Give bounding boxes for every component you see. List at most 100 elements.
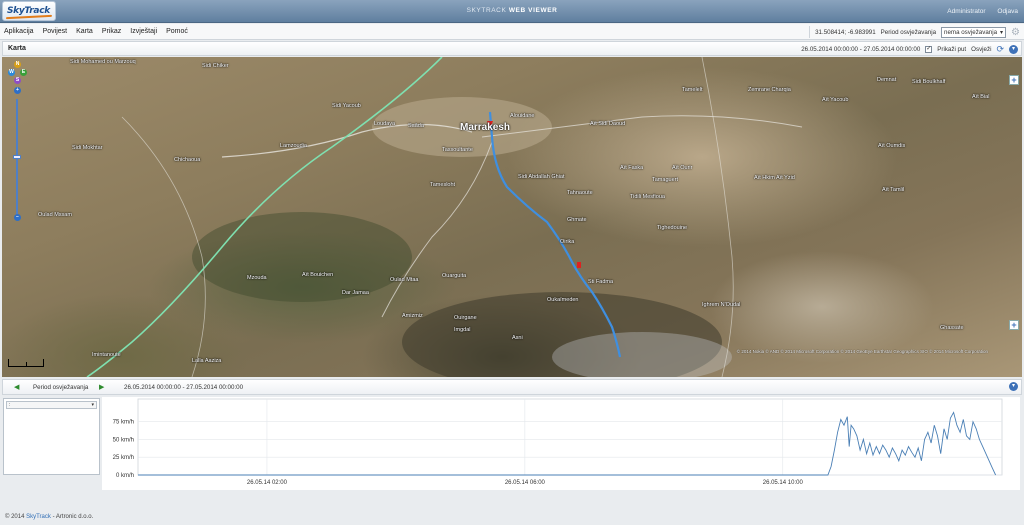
map-label: Imgdal (454, 327, 471, 333)
map-scale-bar (8, 359, 44, 367)
footer: © 2014 SkyTrack - Artronic d.o.o. (0, 492, 1024, 525)
map-label: Aït Tamlil (882, 187, 905, 193)
map-panel-tools: 26.05.2014 00:00:00 - 27.05.2014 00:00:0… (801, 44, 1018, 55)
collapse-chart-button[interactable]: ▾ (1009, 382, 1018, 391)
speed-chart-svg: 0 km/h 25 km/h 50 km/h 75 km/h 26.05.14 02:0… (113, 398, 1003, 486)
map-label: Oukaïmeden (547, 297, 579, 303)
map-label: Tamesloht (430, 182, 456, 188)
cursor-coordinates: 31.508414; -6.983991 (815, 28, 876, 36)
satellite-map[interactable]: N W E S + − + + Marrakesh Sidi Mohamed o… (2, 57, 1022, 377)
map-label: Tighedouine (657, 225, 688, 231)
map-label: Aït Sidi Daoud (590, 121, 626, 127)
map-overlay (86, 57, 803, 377)
map-panel-header: Karta 26.05.2014 00:00:00 - 27.05.2014 0… (2, 41, 1022, 56)
map-label: Imintanoute (92, 352, 121, 358)
logout-link[interactable]: Odjava (997, 8, 1018, 15)
menu-pomoc[interactable]: Pomoć (166, 28, 188, 35)
refresh-icon[interactable]: ⟳ (996, 44, 1004, 55)
map-label: Aït Faska (620, 165, 644, 171)
compass-north-icon[interactable]: N (14, 61, 21, 68)
map-label: Oulad Mtaa (390, 277, 419, 283)
next-period-arrow-icon[interactable]: ▶ (99, 383, 104, 391)
map-date-range: 26.05.2014 00:00:00 - 27.05.2014 00:00:0… (801, 46, 921, 53)
map-label: Sidi Abdallah Ghiat (518, 174, 565, 180)
map-label: Saâda (408, 123, 424, 129)
map-label: Sidi Chiker (202, 63, 229, 69)
map-label: Ouirgane (454, 315, 477, 321)
expand-map-icon[interactable]: + (1009, 75, 1019, 85)
map-label: Sidi Boulkhalf (912, 79, 946, 85)
map-label: Demnat (877, 77, 897, 83)
y-tick-label: 0 km/h (116, 473, 134, 479)
vehicle-select[interactable]: : ▾ (6, 401, 97, 409)
map-label: Sidi Mokhtar (72, 145, 103, 151)
map-label: Ghmate (567, 217, 587, 223)
y-tick-label: 75 km/h (113, 420, 134, 426)
menu-karta[interactable]: Karta (76, 28, 93, 35)
skytrack-link[interactable]: SkyTrack (26, 514, 51, 520)
expand-layer-icon[interactable]: + (1009, 320, 1019, 330)
map-label: Aït Ourir (672, 165, 693, 171)
map-label: Lamzoudia (280, 143, 307, 149)
header-user-area: Administrator Odjava (937, 8, 1018, 15)
map-label: Asni (512, 335, 523, 341)
menu-izvjestaji[interactable]: Izvještaji (130, 28, 157, 35)
map-label: Mzouda (247, 275, 267, 281)
zoom-out-icon[interactable]: − (14, 214, 21, 221)
map-label: Alouidane (510, 113, 535, 119)
refresh-label[interactable]: Osvježi (971, 46, 991, 53)
app-header: SkyTrack SKYTRACK WEB VIEWER Administrat… (0, 0, 1024, 23)
track-end-marker[interactable] (577, 262, 581, 268)
footer-copyright: © 2014 SkyTrack - Artronic d.o.o. (5, 514, 94, 520)
map-label: Oulad Mssam (38, 212, 72, 218)
menu-right-tools: 31.508414; -6.983991 Period osvježavanja… (809, 26, 1020, 38)
y-tick-label: 25 km/h (113, 455, 134, 461)
menu-povijest[interactable]: Povijest (43, 28, 68, 35)
speed-chart: 0 km/h 25 km/h 50 km/h 75 km/h 26.05.14 02:0… (102, 397, 1020, 490)
map-label: Loudaya (374, 121, 396, 127)
map-label: Oirika (560, 239, 575, 245)
map-label: Tamelelt (682, 87, 703, 93)
map-label: Ouarguita (442, 273, 467, 279)
map-label: Lalla Aaziza (192, 358, 222, 364)
map-label: Aït Bial (972, 94, 990, 100)
refresh-period-select[interactable]: nema osvježavanja ▾ (941, 26, 1007, 38)
road (121, 116, 206, 377)
select-handle: : (9, 402, 11, 408)
x-tick-label: 26.05.14 06:00 (505, 480, 546, 486)
zoom-slider-handle[interactable] (13, 155, 21, 159)
map-label: Tassoultante (442, 147, 473, 153)
map-label: Dar Jamaa (342, 290, 369, 296)
pan-south-icon[interactable]: S (14, 77, 21, 84)
chevron-down-icon: ▾ (91, 402, 94, 408)
menu-bar: Aplikacija Povijest Karta Prikaz Izvješt… (0, 24, 1024, 40)
previous-period-arrow-icon[interactable]: ◀ (14, 383, 19, 391)
map-label: Tidili Mesfioua (630, 194, 665, 200)
map-label: Aït Oumdis (878, 143, 906, 149)
user-name-link[interactable]: Administrator (947, 8, 985, 15)
map-label: Amizmiz (402, 313, 423, 319)
map-label: Sti Fadma (588, 279, 614, 285)
map-label: Sidi Mohamed ou Marzouq (70, 59, 136, 65)
map-label: Aït Hkim Aït Yzid (754, 175, 795, 181)
map-label: Chichaoua (174, 157, 201, 163)
pan-west-icon[interactable]: W (8, 69, 15, 76)
menu-prikaz[interactable]: Prikaz (102, 28, 121, 35)
y-tick-label: 50 km/h (113, 437, 134, 443)
show-path-checkbox[interactable]: ✓ (925, 46, 933, 53)
gear-icon[interactable]: ⚙ (1011, 27, 1020, 38)
chart-period-bar: ◀ Period osvježavanja ▶ 26.05.2014 00:00… (2, 379, 1022, 395)
forest-area (192, 212, 412, 302)
map-navigation: N W E S + − (8, 61, 27, 261)
map-panel-title: Karta (8, 45, 26, 52)
x-tick-label: 26.05.14 02:00 (247, 480, 288, 486)
pan-east-icon[interactable]: E (20, 69, 27, 76)
map-label: Tamaguert (652, 177, 678, 183)
refresh-period-label: Period osvježavanja (880, 28, 937, 36)
period-range: 26.05.2014 00:00:00 - 27.05.2014 00:00:0… (124, 384, 244, 391)
menu-aplikacija[interactable]: Aplikacija (4, 28, 34, 35)
collapse-map-button[interactable]: ▾ (1009, 45, 1018, 54)
main-menu: Aplikacija Povijest Karta Prikaz Izvješt… (4, 28, 188, 35)
divider (809, 26, 811, 38)
zoom-in-icon[interactable]: + (14, 87, 21, 94)
